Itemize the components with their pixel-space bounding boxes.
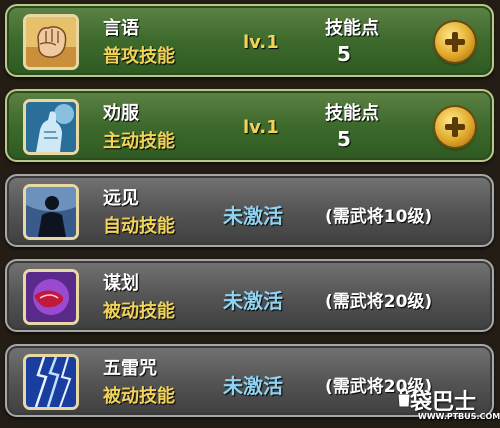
skill-points-label: 技能点	[325, 103, 379, 124]
watermark: 袋巴士 WWW.PTBUS.COM	[396, 384, 500, 426]
upgrade-plus-button[interactable]	[435, 22, 475, 62]
silhouette-icon	[23, 184, 79, 240]
upgrade-plus-button[interactable]	[435, 107, 475, 147]
skill-name: 谋划	[103, 273, 139, 294]
skill-status: 未激活	[223, 374, 283, 398]
skill-type: 自动技能	[103, 216, 175, 237]
skill-type: 普攻技能	[103, 46, 175, 67]
skill-row-mouhua[interactable]: 谋划 被动技能 未激活 (需武将20级)	[5, 259, 494, 332]
skill-panel: 言语 普攻技能 lv.1 技能点 5 劝服 主动技能 lv.1 技能点 5 远见…	[0, 0, 500, 428]
skill-type: 主动技能	[103, 131, 175, 152]
skill-level: lv.1	[243, 117, 279, 138]
plus-icon	[445, 32, 465, 52]
skill-points-value: 5	[337, 42, 351, 66]
skill-requirement: (需武将20级)	[325, 292, 433, 312]
fist-icon	[23, 14, 79, 70]
skill-points-value: 5	[337, 127, 351, 151]
skill-name: 劝服	[103, 103, 139, 124]
skill-level: lv.1	[243, 32, 279, 53]
plus-icon	[445, 117, 465, 137]
skill-points-label: 技能点	[325, 18, 379, 39]
skill-type: 被动技能	[103, 301, 175, 322]
skill-status: 未激活	[223, 289, 283, 313]
skill-row-quanfu[interactable]: 劝服 主动技能 lv.1 技能点 5	[5, 89, 494, 162]
lightning-icon	[23, 354, 79, 410]
scholar-icon	[23, 99, 79, 155]
skill-type: 被动技能	[103, 386, 175, 407]
skill-status: 未激活	[223, 204, 283, 228]
purple-swirl-icon	[23, 269, 79, 325]
skill-row-yanyu[interactable]: 言语 普攻技能 lv.1 技能点 5	[5, 4, 494, 77]
skill-name: 远见	[103, 188, 139, 209]
skill-row-yuanjian[interactable]: 远见 自动技能 未激活 (需武将10级)	[5, 174, 494, 247]
skill-name: 五雷咒	[103, 358, 157, 379]
watermark-url: WWW.PTBUS.COM	[418, 412, 500, 421]
skill-name: 言语	[103, 18, 139, 39]
skill-requirement: (需武将10级)	[325, 207, 433, 227]
